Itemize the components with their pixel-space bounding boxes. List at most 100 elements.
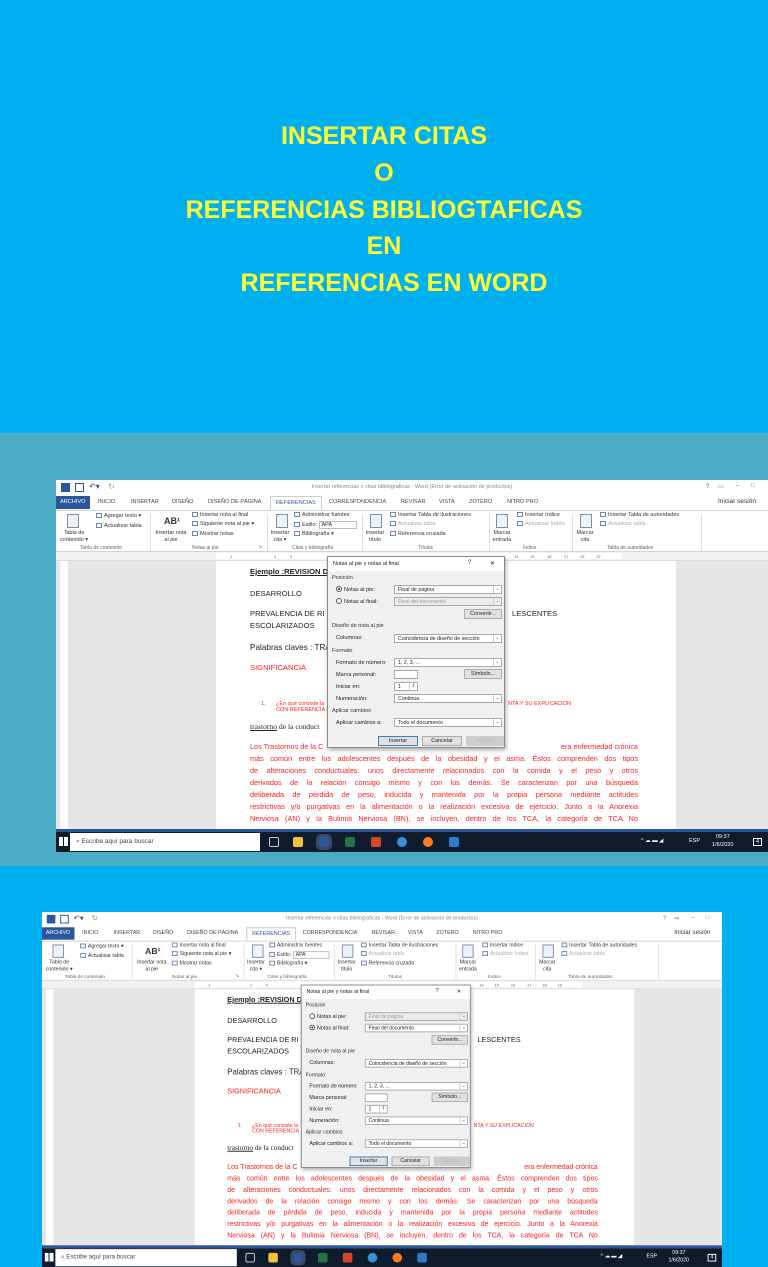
convert-button[interactable]: Convertir... <box>464 609 502 619</box>
next-footnote-button[interactable]: Siguiente nota al pie ▾ <box>171 951 231 957</box>
insert-footnote-button[interactable]: Insertar nota al pie <box>136 960 168 972</box>
tab-zotero[interactable]: ZOTERO <box>436 930 458 936</box>
custom-mark-input[interactable] <box>394 670 418 679</box>
number-format-select[interactable]: 1, 2, 3, ... ⌄ <box>364 1081 468 1091</box>
tab-inicio[interactable]: INICIO <box>98 499 115 505</box>
insert-index-button[interactable]: Insertar índice <box>517 512 560 518</box>
dialog-close-button[interactable]: ✕ <box>490 560 495 567</box>
help-button[interactable]: ? <box>663 916 666 922</box>
update-index-button[interactable]: Actualizar índice <box>482 951 528 957</box>
tab-archivo[interactable]: ARCHIVO <box>56 496 90 509</box>
insert-citation-button[interactable]: Insertar cita ▾ <box>269 530 291 543</box>
start-at-spinner[interactable]: 1 ⇕ <box>364 1104 388 1114</box>
endnotes-radio[interactable]: Notas al final: <box>336 598 378 605</box>
sign-in-link[interactable]: Iniciar sesión <box>674 929 710 936</box>
tab-correspondencia[interactable]: CORRESPONDENCIA <box>329 499 386 505</box>
tab-vista[interactable]: VISTA <box>408 930 423 936</box>
footnotes-radio[interactable]: Notas al pie: <box>309 1013 347 1020</box>
mark-entry-button[interactable]: Marcar entrada <box>490 530 514 543</box>
mark-citation-button[interactable]: Marcar cita <box>537 960 558 972</box>
notifications-icon[interactable]: 4 <box>707 1253 717 1262</box>
system-tray-icons[interactable]: ^ ☁ ▬ ◢ <box>641 838 663 844</box>
maximize-button[interactable]: □ <box>706 915 709 921</box>
insert-button[interactable]: Insertar <box>378 736 418 746</box>
vertical-ruler[interactable] <box>45 989 54 1246</box>
security-app-icon[interactable] <box>417 1252 427 1263</box>
tab-referencias[interactable]: REFERENCIAS <box>270 496 322 511</box>
tab-revisar[interactable]: REVISAR <box>401 499 426 505</box>
windows-start-icon[interactable] <box>44 1252 54 1262</box>
manage-sources-button[interactable]: Administrar fuentes <box>269 942 322 948</box>
insert-caption-button[interactable]: Insertar título <box>336 960 357 972</box>
vertical-ruler[interactable] <box>60 561 68 829</box>
table-of-contents-button[interactable]: Tabla de contenido ▾ <box>59 530 89 543</box>
manage-sources-button[interactable]: Administrar fuentes <box>294 512 349 518</box>
tab-diseno-pagina[interactable]: DISEÑO DE PÁGINA <box>187 930 238 936</box>
tab-diseno[interactable]: DISEÑO <box>153 930 173 936</box>
help-button[interactable]: ? <box>706 484 709 490</box>
tab-zotero[interactable]: ZOTERO <box>469 499 492 505</box>
tab-vista[interactable]: VISTA <box>439 499 455 505</box>
taskbar-search-input[interactable]: ⌕ Escribe aquí para buscar <box>55 1249 237 1267</box>
cancel-button[interactable]: Cancelar <box>422 736 462 746</box>
mark-entry-button[interactable]: Marcar entrada <box>456 960 479 972</box>
apply-to-select[interactable]: Todo el documento ⌄ <box>394 718 502 727</box>
footnotes-location-select[interactable]: Final de página ⌄ <box>394 585 502 594</box>
symbol-button[interactable]: Símbolo... <box>431 1092 468 1103</box>
columns-select[interactable]: Coincidencia de diseño de sección ⌄ <box>394 634 502 643</box>
dialog-help-button[interactable]: ? <box>435 988 438 994</box>
tab-referencias[interactable]: REFERENCIAS <box>246 927 296 942</box>
update-index-button[interactable]: Actualizar índice <box>517 521 565 527</box>
insert-index-button[interactable]: Insertar índice <box>482 942 523 948</box>
cross-reference-button[interactable]: Referencia cruzada <box>360 960 414 966</box>
powerpoint-icon[interactable] <box>342 1252 353 1263</box>
clock-date[interactable]: 1/6/2020 <box>668 1258 688 1264</box>
minimize-button[interactable]: – <box>691 915 694 921</box>
insert-citation-button[interactable]: Insertar cita ▾ <box>245 960 266 972</box>
minimize-button[interactable]: – <box>736 483 739 489</box>
apply-button[interactable]: Aplicar <box>466 736 504 746</box>
ribbon-options-button[interactable]: ▭ <box>674 915 679 922</box>
tab-correspondencia[interactable]: CORRESPONDENCIA <box>303 930 358 936</box>
apply-button[interactable]: Aplicar <box>433 1156 470 1167</box>
excel-icon[interactable] <box>317 1252 328 1263</box>
insert-caption-button[interactable]: Insertar título <box>364 530 386 543</box>
next-footnote-button[interactable]: Siguiente nota al pie ▾ <box>192 521 254 527</box>
language-indicator[interactable]: ESP <box>647 1254 658 1260</box>
start-at-spinner[interactable]: 1 ⇕ <box>394 682 418 691</box>
insert-table-of-figures-button[interactable]: Insertar Tabla de ilustraciones <box>390 512 471 518</box>
style-selector[interactable]: Estilo: APA <box>269 951 329 959</box>
task-view-icon[interactable] <box>269 837 279 847</box>
maximize-button[interactable]: □ <box>751 483 755 489</box>
browser-icon[interactable] <box>367 1252 378 1263</box>
spinner-arrows-icon[interactable]: ⇕ <box>409 683 417 690</box>
cancel-button[interactable]: Cancelar <box>391 1156 430 1167</box>
firefox-icon[interactable] <box>423 837 433 847</box>
columns-select[interactable]: Coincidencia de diseño de sección ⌄ <box>364 1059 468 1068</box>
insert-table-of-figures-button[interactable]: Insertar Tabla de ilustraciones <box>360 942 438 948</box>
convert-button[interactable]: Convertir... <box>431 1035 468 1045</box>
ribbon-options-button[interactable]: ▭ <box>718 483 724 490</box>
dialog-launcher-icon[interactable]: ↘ <box>258 544 262 550</box>
update-authorities-table-button[interactable]: Actualizar tabla <box>561 951 605 957</box>
insert-button[interactable]: Insertar <box>349 1156 388 1167</box>
update-toc-button[interactable]: Actualizar tabla <box>80 953 124 959</box>
update-figures-table-button[interactable]: Actualizar tabla <box>360 951 405 957</box>
file-explorer-icon[interactable] <box>268 1252 278 1263</box>
insert-endnote-button[interactable]: Insertar nota al final <box>171 942 226 948</box>
clock-date[interactable]: 1/6/2020 <box>712 842 733 848</box>
apply-to-select[interactable]: Todo el documento ⌄ <box>364 1139 468 1148</box>
sign-in-link[interactable]: Iniciar sesión <box>718 498 756 505</box>
file-explorer-icon[interactable] <box>293 837 303 847</box>
endnotes-location-select[interactable]: Final del documento ⌄ <box>394 597 502 606</box>
custom-mark-input[interactable] <box>364 1093 388 1103</box>
show-notes-button[interactable]: Mostrar notas <box>192 531 234 537</box>
tab-insertar[interactable]: INSERTAR <box>131 499 159 505</box>
number-format-select[interactable]: 1, 2, 3, ... ⌄ <box>394 658 502 667</box>
mark-citation-button[interactable]: Marcar cita <box>574 530 596 543</box>
endnotes-radio[interactable]: Notas al final: <box>309 1024 349 1031</box>
numbering-select[interactable]: Continua ⌄ <box>364 1116 468 1125</box>
bibliography-button[interactable]: Bibliografía ▾ <box>269 960 307 966</box>
language-indicator[interactable]: ESP <box>689 838 700 844</box>
browser-icon[interactable] <box>397 837 407 847</box>
